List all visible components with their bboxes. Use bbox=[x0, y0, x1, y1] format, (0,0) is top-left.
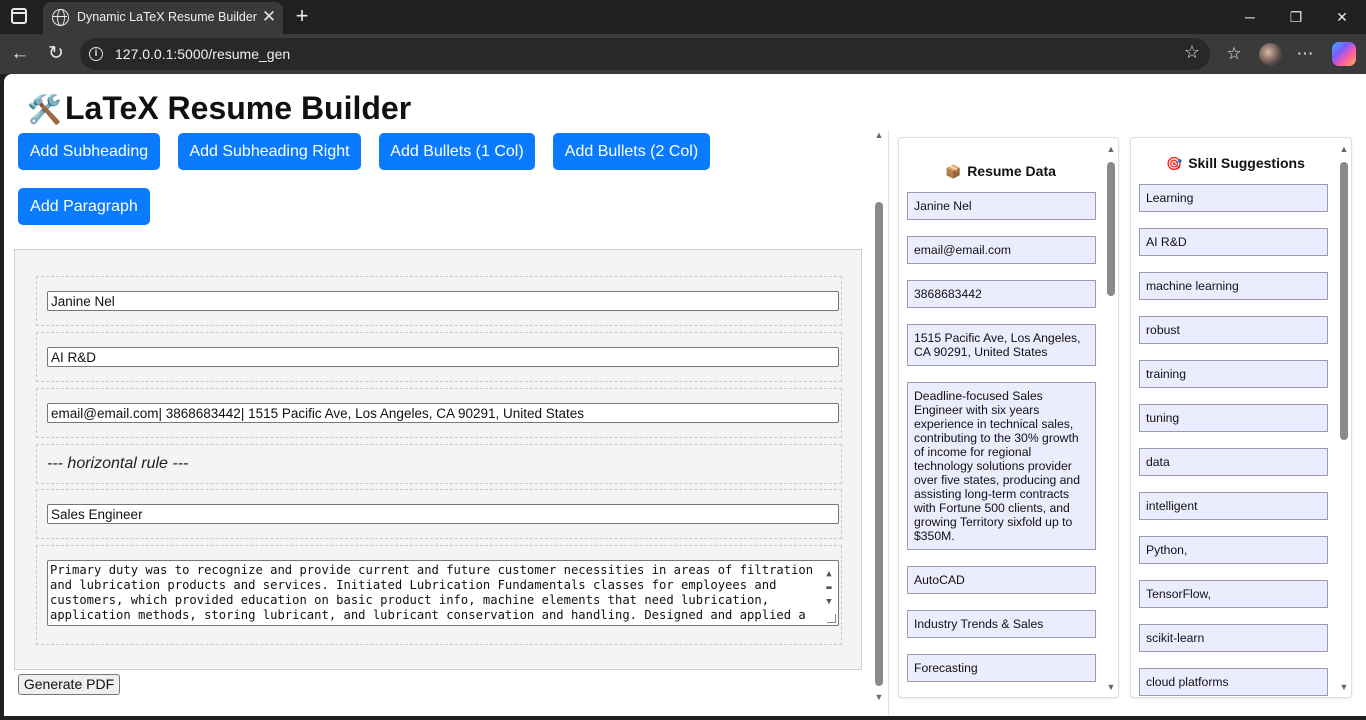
add-bullets-1col-button[interactable]: Add Bullets (1 Col) bbox=[379, 133, 535, 170]
resume-item[interactable]: Industry Trends & Sales bbox=[907, 610, 1096, 638]
globe-icon bbox=[52, 9, 69, 26]
resume-item[interactable]: 3868683442 bbox=[907, 280, 1096, 308]
skill-item[interactable]: data bbox=[1139, 448, 1328, 476]
resume-panel-scrollbar[interactable]: ▲ ▼ bbox=[1106, 142, 1116, 695]
paragraph-textarea[interactable]: Primary duty was to recognize and provid… bbox=[47, 560, 839, 626]
resume-data-panel: 📦 Resume Data Janine Nel email@email.com … bbox=[898, 137, 1119, 698]
resume-item[interactable]: Forecasting bbox=[907, 654, 1096, 682]
hammer-wrench-icon: 🛠️ bbox=[27, 94, 62, 125]
scrollbar-thumb[interactable] bbox=[1107, 162, 1115, 296]
generate-pdf-button[interactable]: Generate PDF bbox=[18, 674, 120, 695]
skill-item[interactable]: intelligent bbox=[1139, 492, 1328, 520]
tab-actions-icon[interactable] bbox=[11, 8, 27, 24]
panel-divider bbox=[888, 130, 889, 716]
skill-item[interactable]: cloud platforms bbox=[1139, 668, 1328, 696]
horizontal-rule-label: --- horizontal rule --- bbox=[47, 455, 189, 472]
textarea-scrollbar[interactable]: ▲ ▬ ▼ bbox=[824, 567, 834, 609]
minimize-icon[interactable]: ─ bbox=[1228, 4, 1272, 30]
favorites-icon[interactable]: ☆ bbox=[1222, 43, 1246, 67]
skills-panel-scrollbar[interactable]: ▲ ▼ bbox=[1339, 142, 1349, 695]
resume-item[interactable]: email@email.com bbox=[907, 236, 1096, 264]
scrollbar-thumb[interactable] bbox=[1340, 162, 1348, 440]
skill-item[interactable]: TensorFlow, bbox=[1139, 580, 1328, 608]
restore-icon[interactable]: ❐ bbox=[1274, 4, 1318, 30]
paragraph-text: Primary duty was to recognize and provid… bbox=[50, 563, 814, 622]
scroll-down-icon[interactable]: ▼ bbox=[873, 692, 885, 702]
profile-avatar[interactable] bbox=[1259, 43, 1282, 66]
close-window-icon[interactable]: ✕ bbox=[1320, 4, 1364, 30]
subtitle-input[interactable]: AI R&D bbox=[47, 347, 839, 367]
browser-toolbar: ← ↻ i 127.0.0.1:5000/resume_gen ☆ ☆ ⋯ bbox=[0, 34, 1366, 74]
target-icon: 🎯 bbox=[1166, 156, 1183, 171]
resume-item[interactable]: Deadline-focused Sales Engineer with six… bbox=[907, 382, 1096, 550]
scroll-down-icon[interactable]: ▼ bbox=[1339, 682, 1349, 692]
resume-item[interactable]: 1515 Pacific Ave, Los Angeles, CA 90291,… bbox=[907, 324, 1096, 366]
scroll-up-icon[interactable]: ▲ bbox=[873, 130, 885, 140]
skill-item[interactable]: tuning bbox=[1139, 404, 1328, 432]
contact-input[interactable]: email@email.com| 3868683442| 1515 Pacifi… bbox=[47, 403, 839, 423]
package-icon: 📦 bbox=[945, 164, 962, 179]
skill-item[interactable]: machine learning bbox=[1139, 272, 1328, 300]
favorite-star-icon[interactable]: ☆ bbox=[1184, 42, 1200, 63]
page-title: 🛠️LaTeX Resume Builder bbox=[27, 90, 412, 126]
horizontal-rule-block: --- horizontal rule --- bbox=[36, 444, 842, 484]
editor-scrollbar[interactable]: ▲ ▼ bbox=[873, 130, 885, 705]
skill-item[interactable]: Python, bbox=[1139, 536, 1328, 564]
site-info-icon[interactable]: i bbox=[89, 47, 103, 61]
new-tab-icon[interactable]: + bbox=[291, 4, 313, 28]
skill-item[interactable]: training bbox=[1139, 360, 1328, 388]
reload-icon[interactable]: ↻ bbox=[42, 40, 70, 68]
scrollbar-thumb[interactable] bbox=[875, 202, 883, 686]
scroll-up-icon[interactable]: ▲ bbox=[1106, 144, 1116, 154]
subheading-block: Sales Engineer bbox=[36, 489, 842, 539]
add-subheading-right-button[interactable]: Add Subheading Right bbox=[178, 133, 361, 170]
role-input[interactable]: Sales Engineer bbox=[47, 504, 839, 524]
subtitle-block: AI R&D bbox=[36, 332, 842, 382]
skill-item[interactable]: AI R&D bbox=[1139, 228, 1328, 256]
resume-data-title: 📦 Resume Data bbox=[945, 163, 1056, 179]
skill-item[interactable]: scikit-learn bbox=[1139, 624, 1328, 652]
copilot-icon[interactable] bbox=[1332, 42, 1356, 66]
resize-grip-icon[interactable] bbox=[827, 614, 836, 623]
close-tab-icon[interactable]: ✕ bbox=[260, 7, 278, 27]
resume-editor: Janine Nel AI R&D email@email.com| 38686… bbox=[14, 249, 862, 670]
browser-tab[interactable]: Dynamic LaTeX Resume Builder ✕ bbox=[43, 2, 283, 34]
address-bar[interactable]: i 127.0.0.1:5000/resume_gen ☆ bbox=[80, 38, 1210, 70]
add-bullets-2col-button[interactable]: Add Bullets (2 Col) bbox=[553, 133, 710, 170]
browser-tab-bar: Dynamic LaTeX Resume Builder ✕ + ─ ❐ ✕ bbox=[0, 0, 1366, 34]
name-block: Janine Nel bbox=[36, 276, 842, 326]
skill-item[interactable]: Learning bbox=[1139, 184, 1328, 212]
add-paragraph-button[interactable]: Add Paragraph bbox=[18, 188, 150, 225]
page-viewport: 🛠️LaTeX Resume Builder Add Subheading Ad… bbox=[4, 74, 1366, 716]
url-text[interactable]: 127.0.0.1:5000/resume_gen bbox=[115, 46, 290, 62]
resume-item[interactable]: AutoCAD bbox=[907, 566, 1096, 594]
paragraph-block: Primary duty was to recognize and provid… bbox=[36, 545, 842, 645]
tab-title: Dynamic LaTeX Resume Builder bbox=[77, 10, 257, 24]
contact-block: email@email.com| 3868683442| 1515 Pacifi… bbox=[36, 388, 842, 438]
scroll-down-icon[interactable]: ▼ bbox=[1106, 682, 1116, 692]
skill-suggestions-panel: 🎯 Skill Suggestions Learning AI R&D machi… bbox=[1130, 137, 1352, 698]
back-icon[interactable]: ← bbox=[6, 40, 34, 68]
add-subheading-button[interactable]: Add Subheading bbox=[18, 133, 160, 170]
name-input[interactable]: Janine Nel bbox=[47, 291, 839, 311]
skill-suggestions-title: 🎯 Skill Suggestions bbox=[1166, 155, 1305, 171]
resume-item[interactable]: Janine Nel bbox=[907, 192, 1096, 220]
skill-item[interactable]: robust bbox=[1139, 316, 1328, 344]
more-menu-icon[interactable]: ⋯ bbox=[1293, 43, 1317, 67]
scroll-up-icon[interactable]: ▲ bbox=[1339, 144, 1349, 154]
